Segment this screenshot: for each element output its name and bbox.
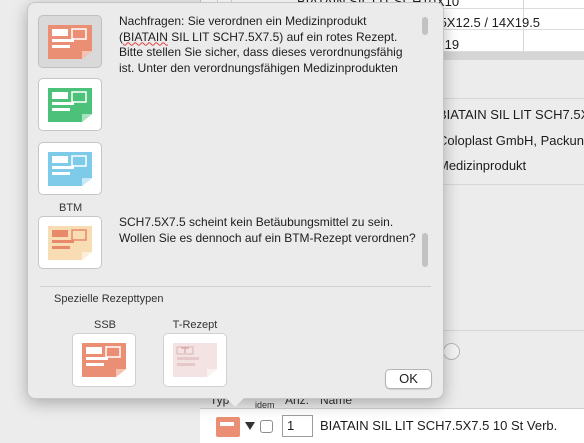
vertical-scrollbar[interactable] — [422, 233, 428, 267]
idem-checkbox[interactable] — [260, 420, 273, 433]
btm-recipe-icon — [48, 225, 92, 260]
red-recipe-icon — [48, 24, 92, 59]
t-recipe-icon — [173, 343, 217, 377]
info-circle-icon[interactable] — [443, 343, 460, 360]
detail-manufacturer: Coloplast GmbH, Packung — [438, 133, 584, 148]
green-recipe-button[interactable] — [38, 78, 102, 131]
divider — [40, 286, 431, 287]
blue-recipe-button[interactable] — [38, 142, 102, 195]
green-recipe-icon — [48, 87, 92, 122]
ssb-recipe-button[interactable] — [72, 333, 136, 387]
popover-pointer — [226, 398, 244, 407]
ssb-label: SSB — [93, 319, 116, 331]
detail-category: Medizinprodukt — [438, 158, 527, 173]
dropdown-arrow-icon[interactable] — [245, 422, 255, 430]
prescription-row[interactable]: 1 BIATAIN SIL LIT SCH7.5X7.5 10 St Verb. — [200, 408, 584, 443]
vertical-scrollbar[interactable] — [422, 17, 428, 35]
recipe-type-popover: Nachfragen: Sie verordnen ein Medizinpro… — [27, 2, 444, 399]
red-recipe-icon[interactable] — [216, 417, 240, 437]
blue-recipe-icon — [48, 151, 92, 186]
special-types-title: Spezielle Rezepttypen — [54, 293, 164, 305]
red-recipe-button[interactable] — [38, 15, 102, 68]
btm-label: BTM — [59, 202, 83, 214]
quantity-field[interactable]: 1 — [282, 415, 313, 437]
t-rezept-label: T-Rezept — [172, 319, 218, 331]
detail-product-name: BIATAIN SIL LIT SCH7.5X7 — [438, 107, 584, 122]
red-recipe-message: Nachfragen: Sie verordnen ein Medizinpro… — [119, 14, 403, 75]
ok-button[interactable]: OK — [385, 369, 432, 389]
btm-recipe-button[interactable] — [38, 216, 102, 269]
btm-recipe-message: SCH7.5X7.5 scheint kein Betäubungsmittel… — [119, 215, 416, 245]
product-name: BIATAIN SIL LIT SCH7.5X7.5 10 St Verb. — [320, 418, 558, 433]
ssb-recipe-icon — [82, 343, 126, 377]
t-rezept-button[interactable] — [163, 333, 227, 387]
